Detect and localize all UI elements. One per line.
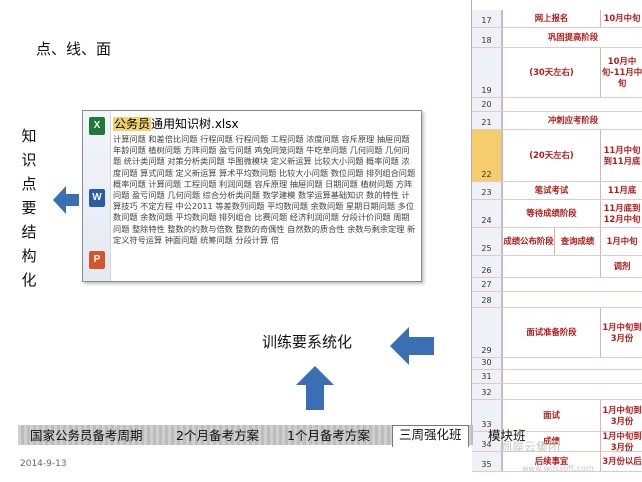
sheet-cell[interactable]: 笔试考试: [502, 182, 600, 199]
sheet-row[interactable]: 32: [472, 384, 642, 400]
row-number[interactable]: 22: [472, 130, 502, 181]
up-arrow-icon: [296, 366, 334, 410]
slide-heading: 点、线、面: [36, 40, 112, 58]
sheet-cell[interactable]: 冲刺应考阶段: [502, 112, 642, 129]
sheet-cell[interactable]: 10月中旬-11月中旬: [600, 48, 642, 97]
sheet-row[interactable]: 20: [472, 98, 642, 112]
title-rest: 通用知识树.xlsx: [151, 117, 239, 131]
sheet-cell[interactable]: (30天左右): [502, 48, 600, 97]
file-icon-column: X W P: [83, 111, 111, 281]
file-preview-tooltip: X W P 公务员通用知识树.xlsx 计算问题 和差倍比问题 行程问题 行程问…: [82, 110, 422, 282]
row-number[interactable]: 19: [472, 48, 502, 97]
sheet-cell[interactable]: 11月底到12月中旬: [600, 200, 642, 227]
sheet-cell[interactable]: [502, 358, 642, 369]
sheet-cell[interactable]: 1月中旬到3月份: [600, 308, 642, 357]
row-number[interactable]: 29: [472, 308, 502, 357]
tab-national-exam-cycle[interactable]: 国家公务员备考周期: [24, 427, 149, 445]
row-number[interactable]: 27: [472, 278, 502, 291]
row-number[interactable]: 31: [472, 370, 502, 383]
sheet-row[interactable]: 28: [472, 292, 642, 308]
row-number[interactable]: 30: [472, 358, 502, 369]
row-number[interactable]: 17: [472, 10, 502, 27]
row-number[interactable]: 21: [472, 112, 502, 129]
slide-date: 2014-9-13: [20, 459, 67, 469]
sheet-row[interactable]: 30: [472, 358, 642, 370]
training-label: 训练要系统化: [262, 333, 353, 351]
row-number[interactable]: 35: [472, 452, 502, 471]
left-arrow-icon: [53, 186, 79, 214]
word-file-icon[interactable]: W: [89, 189, 105, 207]
file-content-preview: 计算问题 和差倍比问题 行程问题 行程问题 工程问题 浓度问题 容斥原理 抽屉问…: [113, 134, 416, 245]
row-number[interactable]: 25: [472, 228, 502, 255]
sheet-cell[interactable]: 网上报名: [502, 10, 600, 27]
sheet-row[interactable]: 29 面试准备阶段 1月中旬到3月份: [472, 308, 642, 358]
sheet-cell[interactable]: [502, 278, 642, 291]
sheet-row[interactable]: 19 (30天左右) 10月中旬-11月中旬: [472, 48, 642, 98]
sheet-cell[interactable]: 等待成绩阶段: [502, 200, 600, 227]
powerpoint-file-icon[interactable]: P: [89, 251, 105, 269]
tab-three-week-intensive[interactable]: 三周强化班: [392, 425, 469, 447]
watermark-text: 圆犀云集团: [500, 440, 561, 454]
sheet-cell[interactable]: 1月中旬: [600, 228, 642, 255]
sheet-cell[interactable]: 面试准备阶段: [502, 308, 600, 357]
sheet-cell[interactable]: 调剂: [600, 256, 642, 277]
sheet-cell[interactable]: 成绩公布阶段: [502, 228, 554, 255]
tab-two-month-plan[interactable]: 2个月备考方案: [170, 427, 265, 445]
sheet-row[interactable]: 24 等待成绩阶段 11月底到12月中旬: [472, 200, 642, 228]
sheet-row[interactable]: 18 巩固提高阶段: [472, 28, 642, 48]
sheet-row[interactable]: 22 (20天左右) 11月中旬到11月底: [472, 130, 642, 182]
sheet-cell[interactable]: 查询成绩: [554, 228, 600, 255]
sheet-row[interactable]: 27: [472, 278, 642, 292]
sheet-row[interactable]: 23 笔试考试 11月底: [472, 182, 642, 200]
sheet-cell[interactable]: 巩固提高阶段: [502, 28, 642, 47]
row-number[interactable]: 24: [472, 200, 502, 227]
title-highlight: 公务员: [113, 117, 152, 131]
sheet-row[interactable]: 25 成绩公布阶段 查询成绩 1月中旬: [472, 228, 642, 256]
sheet-cell[interactable]: 10月中旬: [600, 10, 642, 27]
sheet-row[interactable]: 17 网上报名 10月中旬: [472, 10, 642, 28]
sheet-row[interactable]: 31: [472, 370, 642, 384]
file-title: 公务员通用知识树.xlsx: [113, 115, 417, 133]
vertical-label: 知识点要结构化: [21, 127, 37, 289]
watermark-url: www.wdssoft.com: [522, 464, 594, 473]
sheet-cell[interactable]: [502, 292, 642, 307]
row-number[interactable]: 23: [472, 182, 502, 199]
row-number[interactable]: 18: [472, 28, 502, 47]
sheet-cell[interactable]: 11月中旬到11月底: [600, 130, 642, 181]
spreadsheet-panel: 17 网上报名 10月中旬 18 巩固提高阶段 19 (30天左右) 10月中旬-11月中旬 2…: [471, 0, 642, 472]
sheet-cell[interactable]: 3月份以后: [600, 452, 642, 471]
sheet-cell[interactable]: [502, 256, 600, 277]
sheet-cell[interactable]: [502, 384, 642, 399]
sheet-row[interactable]: 26 调剂: [472, 256, 642, 278]
sheet-cell[interactable]: (20天左右): [502, 130, 600, 181]
sheet-cell[interactable]: 11月底: [600, 182, 642, 199]
left-arrow-icon: [390, 327, 434, 365]
tab-one-month-plan[interactable]: 1个月备考方案: [281, 427, 376, 445]
sheet-cell[interactable]: [502, 98, 642, 111]
excel-file-icon[interactable]: X: [89, 117, 105, 135]
sheet-cell[interactable]: [502, 370, 642, 383]
row-number[interactable]: 32: [472, 384, 502, 399]
row-number[interactable]: 28: [472, 292, 502, 307]
row-number[interactable]: 26: [472, 256, 502, 277]
sheet-row[interactable]: 21 冲刺应考阶段: [472, 112, 642, 130]
row-number[interactable]: 20: [472, 98, 502, 111]
